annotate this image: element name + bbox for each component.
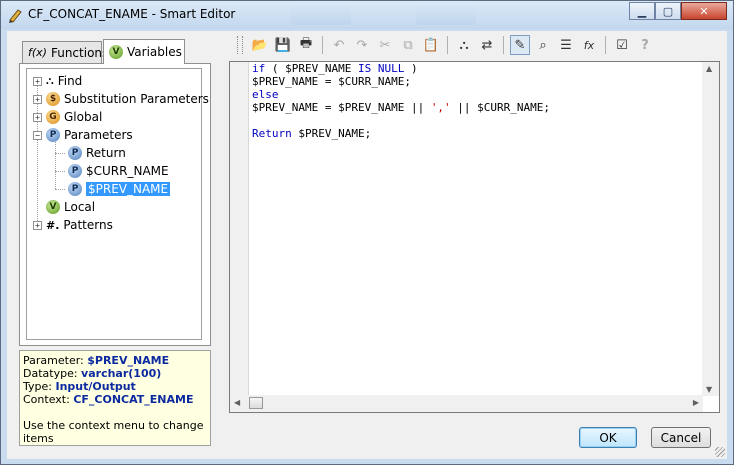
scroll-thumb[interactable] xyxy=(249,397,263,409)
vertical-scrollbar[interactable]: ▲ ▼ xyxy=(702,62,719,396)
paste-icon[interactable]: 📋 xyxy=(421,35,441,55)
window-title: CF_CONCAT_ENAME - Smart Editor xyxy=(28,7,236,21)
info-hint: Use the context menu to change items xyxy=(23,419,204,445)
substitution-parameter-icon: $ xyxy=(46,92,60,106)
background-window-ghost xyxy=(416,5,476,25)
info-datatype: Datatype: varchar(100) xyxy=(23,367,162,380)
function-icon: f(x) xyxy=(28,46,47,59)
tree-item-local[interactable]: V Local xyxy=(46,199,95,215)
tree-item-return[interactable]: P Return xyxy=(68,145,126,161)
list-icon[interactable]: ☰ xyxy=(556,35,576,55)
copy-icon[interactable]: ⧉ xyxy=(398,35,418,55)
show-library-icon[interactable]: ✎ xyxy=(510,35,530,55)
title-bar[interactable]: CF_CONCAT_ENAME - Smart Editor ▁ ▢ ✕ xyxy=(1,1,733,29)
validate-icon[interactable]: ☑ xyxy=(612,35,632,55)
background-window-ghost xyxy=(291,5,351,25)
expand-icon[interactable]: + xyxy=(33,94,42,104)
scroll-down-icon[interactable]: ▼ xyxy=(706,385,712,394)
minimize-button[interactable]: ▁ xyxy=(629,2,655,20)
function-icon[interactable]: fx xyxy=(579,35,599,55)
print-icon[interactable]: 🖶 xyxy=(296,35,316,55)
horizontal-scrollbar[interactable]: ◀ ▶ xyxy=(230,395,703,412)
expand-icon[interactable]: + xyxy=(33,76,42,86)
tree-item-substitution-parameters[interactable]: + $ Substitution Parameters xyxy=(33,91,209,107)
tab-label: Variables xyxy=(127,45,182,59)
scroll-up-icon[interactable]: ▲ xyxy=(706,64,712,73)
editor-toolbar: 📂 💾 🖶 ↶ ↷ ✂ ⧉ 📋 ⛬ ⇄ ✎ ⌕ ☰ fx ☑ ? xyxy=(237,33,655,57)
collapse-icon[interactable]: − xyxy=(33,130,42,140)
tab-variables[interactable]: V Variables xyxy=(103,39,185,64)
tree-item-label: Patterns xyxy=(63,218,113,232)
tree-item-label: Find xyxy=(57,74,83,88)
info-type: Type: Input/Output xyxy=(23,380,136,393)
tree-item-curr-name[interactable]: P $CURR_NAME xyxy=(68,163,169,179)
expand-icon[interactable]: + xyxy=(33,220,42,230)
find-icon[interactable]: ⛬ xyxy=(454,35,474,55)
info-context: Context: CF_CONCAT_ENAME xyxy=(23,393,194,406)
code-text[interactable]: if ( $PREV_NAME IS NULL ) $PREV_NAME = $… xyxy=(252,62,550,140)
scroll-left-icon[interactable]: ◀ xyxy=(234,398,240,407)
undo-icon[interactable]: ↶ xyxy=(329,35,349,55)
find-replace-icon[interactable]: ⇄ xyxy=(477,35,497,55)
parameter-icon: P xyxy=(68,146,82,160)
maximize-button[interactable]: ▢ xyxy=(655,2,681,20)
editor-gutter xyxy=(230,62,249,412)
save-icon[interactable]: 💾 xyxy=(273,35,293,55)
tab-label: Functions xyxy=(50,45,109,60)
tree-item-label: Global xyxy=(64,110,103,124)
tree-item-patterns[interactable]: + #. Patterns xyxy=(33,217,113,233)
cancel-button[interactable]: Cancel xyxy=(651,427,711,448)
close-button[interactable]: ✕ xyxy=(681,2,727,20)
tree-item-label-selected: $PREV_NAME xyxy=(86,182,171,196)
tree-item-parameters[interactable]: − P Parameters xyxy=(33,127,133,143)
toolbar-grip[interactable] xyxy=(237,36,243,54)
global-variable-icon: G xyxy=(46,110,60,124)
pattern-icon: #. xyxy=(46,218,60,232)
binoculars-icon: ⛬ xyxy=(46,74,54,87)
code-editor[interactable]: if ( $PREV_NAME IS NULL ) $PREV_NAME = $… xyxy=(229,61,720,413)
tree-item-label: Substitution Parameters xyxy=(64,92,209,106)
tree-item-label: Local xyxy=(64,200,96,214)
variables-panel: + ⛬ Find + $ Substitution Parameters + G… xyxy=(19,63,211,346)
variables-tree[interactable]: + ⛬ Find + $ Substitution Parameters + G… xyxy=(26,68,209,340)
smart-editor-window: CF_CONCAT_ENAME - Smart Editor ▁ ▢ ✕ f(x… xyxy=(0,0,734,465)
info-panel: Parameter: $PREV_NAME Datatype: varchar(… xyxy=(19,350,211,446)
parameter-icon: P xyxy=(46,128,60,142)
tree-item-global[interactable]: + G Global xyxy=(33,109,102,125)
info-parameter: Parameter: $PREV_NAME xyxy=(23,354,170,367)
tree-item-label: Return xyxy=(86,146,126,160)
parameter-icon: P xyxy=(68,182,82,196)
tree-item-find[interactable]: + ⛬ Find xyxy=(33,73,82,89)
redo-icon[interactable]: ↷ xyxy=(352,35,372,55)
dialog-client: f(x) Functions V Variables + ⛬ Find + $ … xyxy=(7,31,727,459)
expand-icon[interactable]: + xyxy=(33,112,42,122)
resize-grip[interactable] xyxy=(715,447,725,457)
parameter-icon: P xyxy=(68,164,82,178)
tree-item-prev-name[interactable]: P $PREV_NAME xyxy=(68,181,171,197)
tree-item-label: $CURR_NAME xyxy=(86,164,169,178)
pencil-icon xyxy=(9,9,22,23)
tab-functions[interactable]: f(x) Functions xyxy=(22,41,108,63)
tree-item-label: Parameters xyxy=(64,128,133,142)
variable-icon: V xyxy=(109,45,123,59)
smart-lookup-icon[interactable]: ⌕ xyxy=(533,35,553,55)
local-variable-icon: V xyxy=(46,200,60,214)
cut-icon[interactable]: ✂ xyxy=(375,35,395,55)
ok-button[interactable]: OK xyxy=(579,427,637,448)
help-icon[interactable]: ? xyxy=(635,35,655,55)
open-folder-icon[interactable]: 📂 xyxy=(250,35,270,55)
scroll-right-icon[interactable]: ▶ xyxy=(693,398,699,407)
